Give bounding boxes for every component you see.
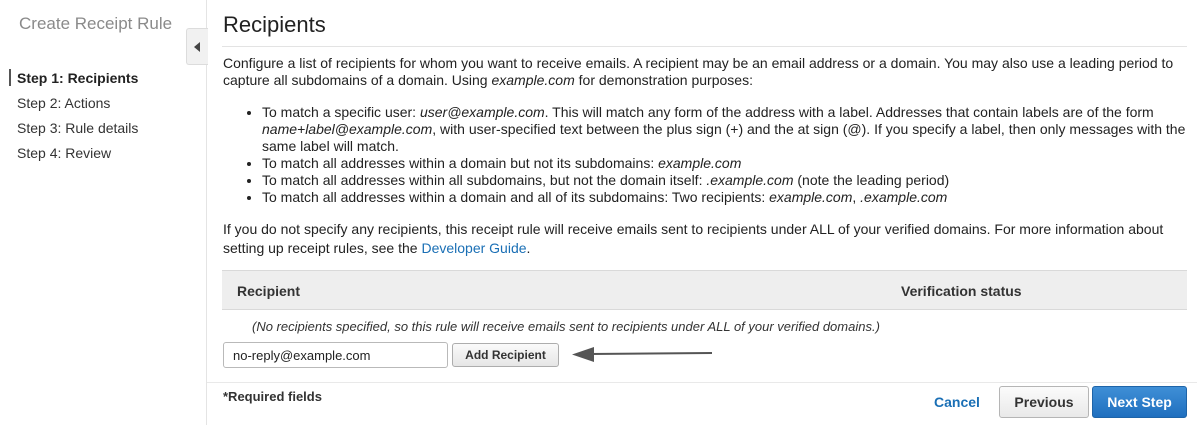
list-item: To match all addresses within a domain b…: [262, 155, 1187, 172]
step-actions[interactable]: Step 2: Actions: [0, 91, 207, 116]
developer-guide-link[interactable]: Developer Guide: [421, 240, 526, 256]
sidebar-title: Create Receipt Rule: [19, 14, 173, 33]
recipients-table-header: Recipient Verification status: [222, 270, 1187, 310]
list-item: To match all addresses within a domain a…: [262, 189, 1187, 206]
wizard-sidebar: Create Receipt Rule Step 1: Recipients S…: [0, 0, 207, 425]
column-header-verification-status: Verification status: [901, 283, 1022, 299]
page-title: Recipients: [223, 12, 326, 37]
step-recipients[interactable]: Step 1: Recipients: [0, 66, 207, 91]
add-recipient-button[interactable]: Add Recipient: [452, 343, 559, 367]
column-header-recipient: Recipient: [237, 283, 301, 299]
chevron-left-icon: [193, 41, 200, 52]
arrow-left-icon: [572, 347, 713, 362]
title-divider: [222, 46, 1187, 47]
next-step-button[interactable]: Next Step: [1092, 386, 1187, 418]
intro-text: Configure a list of recipients for whom …: [223, 55, 1174, 88]
step-list: Step 1: Recipients Step 2: Actions Step …: [0, 66, 207, 166]
step-review[interactable]: Step 4: Review: [0, 141, 207, 166]
outro-text: If you do not specify any recipients, th…: [223, 221, 1164, 256]
collapse-sidebar-button[interactable]: [186, 28, 208, 65]
required-fields-note: *Required fields: [223, 389, 322, 404]
recipient-input[interactable]: [223, 342, 448, 368]
cancel-button[interactable]: Cancel: [934, 394, 980, 410]
step-rule-details[interactable]: Step 3: Rule details: [0, 116, 207, 141]
empty-recipients-note: (No recipients specified, so this rule w…: [252, 319, 880, 334]
previous-button[interactable]: Previous: [999, 386, 1089, 418]
footer-divider: [207, 382, 1197, 383]
list-item: To match all addresses within all subdom…: [262, 172, 1187, 189]
matching-rules-list: To match a specific user: user@example.c…: [242, 104, 1187, 206]
list-item: To match a specific user: user@example.c…: [262, 104, 1187, 155]
